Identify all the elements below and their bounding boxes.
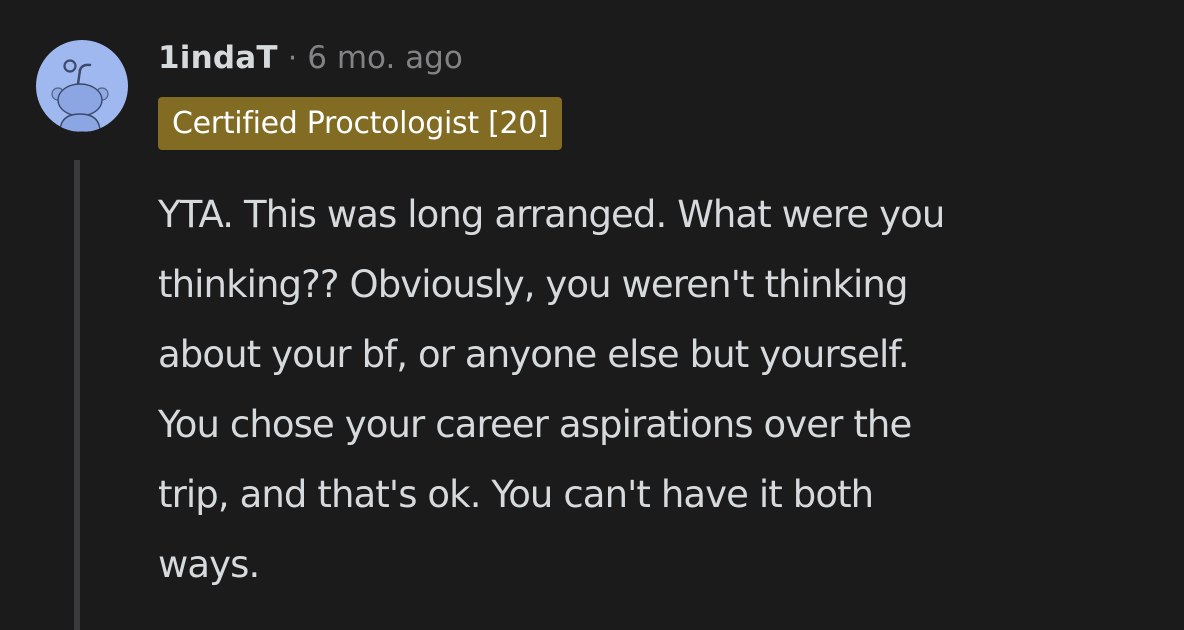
comment-meta: 1indaT · 6 mo. ago <box>158 36 463 80</box>
comment-body: YTA. This was long arranged. What were y… <box>158 193 945 586</box>
meta-separator: · <box>287 40 298 76</box>
avatar[interactable] <box>36 40 128 132</box>
comment-timestamp[interactable]: 6 mo. ago <box>307 40 463 76</box>
reddit-snoo-avatar-icon <box>51 59 109 132</box>
author-username[interactable]: 1indaT <box>158 40 278 76</box>
comment: 1indaT · 6 mo. ago Certified Proctologis… <box>0 0 1184 630</box>
thread-collapse-line[interactable] <box>74 160 80 630</box>
user-flair-badge: Certified Proctologist [20] <box>158 97 563 150</box>
